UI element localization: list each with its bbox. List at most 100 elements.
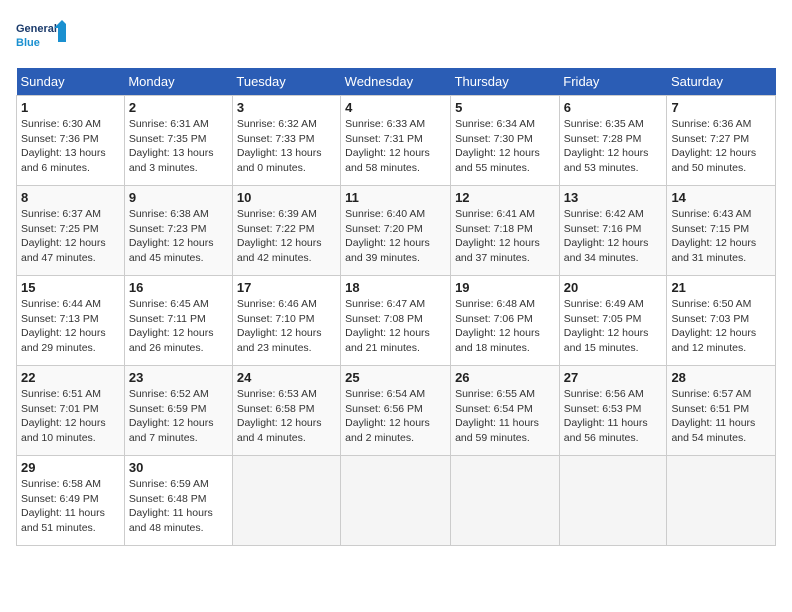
- day-number: 26: [455, 370, 555, 385]
- week-row-3: 15 Sunrise: 6:44 AMSunset: 7:13 PMDayligh…: [17, 276, 776, 366]
- day-number: 2: [129, 100, 228, 115]
- day-info: Sunrise: 6:39 AMSunset: 7:22 PMDaylight:…: [237, 207, 336, 266]
- empty-cell: [451, 456, 560, 546]
- day-number: 5: [455, 100, 555, 115]
- day-cell-30: 30 Sunrise: 6:59 AMSunset: 6:48 PMDayligh…: [124, 456, 232, 546]
- calendar-body: 1 Sunrise: 6:30 AMSunset: 7:36 PMDaylight…: [17, 96, 776, 546]
- day-info: Sunrise: 6:37 AMSunset: 7:25 PMDaylight:…: [21, 207, 120, 266]
- day-info: Sunrise: 6:57 AMSunset: 6:51 PMDaylight:…: [671, 387, 771, 446]
- day-number: 6: [564, 100, 663, 115]
- day-cell-3: 3Sunrise: 6:32 AMSunset: 7:33 PMDaylight…: [232, 96, 340, 186]
- day-info: Sunrise: 6:38 AMSunset: 7:23 PMDaylight:…: [129, 207, 228, 266]
- col-header-sunday: Sunday: [17, 68, 125, 96]
- column-headers: SundayMondayTuesdayWednesdayThursdayFrid…: [17, 68, 776, 96]
- day-number: 17: [237, 280, 336, 295]
- day-number: 28: [671, 370, 771, 385]
- day-info: Sunrise: 6:43 AMSunset: 7:15 PMDaylight:…: [671, 207, 771, 266]
- day-cell-18: 18Sunrise: 6:47 AMSunset: 7:08 PMDayligh…: [341, 276, 451, 366]
- day-cell-11: 11 Sunrise: 6:40 AMSunset: 7:20 PMDayligh…: [341, 186, 451, 276]
- day-cell-29: 29 Sunrise: 6:58 AMSunset: 6:49 PMDayligh…: [17, 456, 125, 546]
- day-number: 24: [237, 370, 336, 385]
- day-info: Sunrise: 6:34 AMSunset: 7:30 PMDaylight:…: [455, 117, 555, 176]
- day-number: 30: [129, 460, 228, 475]
- day-info: Sunrise: 6:30 AMSunset: 7:36 PMDaylight:…: [21, 117, 120, 176]
- day-cell-2: 2 Sunrise: 6:31 AMSunset: 7:35 PMDaylight…: [124, 96, 232, 186]
- day-number: 4: [345, 100, 446, 115]
- day-number: 19: [455, 280, 555, 295]
- day-info: Sunrise: 6:44 AMSunset: 7:13 PMDaylight:…: [21, 297, 120, 356]
- day-info: Sunrise: 6:46 AMSunset: 7:10 PMDaylight:…: [237, 297, 336, 356]
- empty-cell: [232, 456, 340, 546]
- day-info: Sunrise: 6:45 AMSunset: 7:11 PMDaylight:…: [129, 297, 228, 356]
- day-cell-1: 1 Sunrise: 6:30 AMSunset: 7:36 PMDaylight…: [17, 96, 125, 186]
- day-info: Sunrise: 6:33 AMSunset: 7:31 PMDaylight:…: [345, 117, 446, 176]
- day-info: Sunrise: 6:31 AMSunset: 7:35 PMDaylight:…: [129, 117, 228, 176]
- day-cell-4: 4 Sunrise: 6:33 AMSunset: 7:31 PMDaylight…: [341, 96, 451, 186]
- day-number: 23: [129, 370, 228, 385]
- day-number: 22: [21, 370, 120, 385]
- week-row-2: 8 Sunrise: 6:37 AMSunset: 7:25 PMDaylight…: [17, 186, 776, 276]
- day-info: Sunrise: 6:56 AMSunset: 6:53 PMDaylight:…: [564, 387, 663, 446]
- day-cell-12: 12 Sunrise: 6:41 AMSunset: 7:18 PMDayligh…: [451, 186, 560, 276]
- col-header-thursday: Thursday: [451, 68, 560, 96]
- day-info: Sunrise: 6:41 AMSunset: 7:18 PMDaylight:…: [455, 207, 555, 266]
- day-number: 7: [671, 100, 771, 115]
- day-cell-5: 5 Sunrise: 6:34 AMSunset: 7:30 PMDaylight…: [451, 96, 560, 186]
- day-number: 1: [21, 100, 120, 115]
- day-info: Sunrise: 6:50 AMSunset: 7:03 PMDaylight:…: [671, 297, 771, 356]
- logo-svg: General Blue: [16, 16, 66, 58]
- day-number: 15: [21, 280, 120, 295]
- col-header-monday: Monday: [124, 68, 232, 96]
- day-cell-14: 14Sunrise: 6:43 AMSunset: 7:15 PMDayligh…: [667, 186, 776, 276]
- day-info: Sunrise: 6:40 AMSunset: 7:20 PMDaylight:…: [345, 207, 446, 266]
- day-cell-7: 7 Sunrise: 6:36 AMSunset: 7:27 PMDaylight…: [667, 96, 776, 186]
- day-cell-8: 8 Sunrise: 6:37 AMSunset: 7:25 PMDaylight…: [17, 186, 125, 276]
- day-cell-10: 10Sunrise: 6:39 AMSunset: 7:22 PMDayligh…: [232, 186, 340, 276]
- day-cell-20: 20Sunrise: 6:49 AMSunset: 7:05 PMDayligh…: [559, 276, 667, 366]
- svg-text:Blue: Blue: [16, 37, 40, 49]
- col-header-friday: Friday: [559, 68, 667, 96]
- col-header-saturday: Saturday: [667, 68, 776, 96]
- day-info: Sunrise: 6:53 AMSunset: 6:58 PMDaylight:…: [237, 387, 336, 446]
- day-cell-25: 25Sunrise: 6:54 AMSunset: 6:56 PMDayligh…: [341, 366, 451, 456]
- day-info: Sunrise: 6:32 AMSunset: 7:33 PMDaylight:…: [237, 117, 336, 176]
- day-info: Sunrise: 6:59 AMSunset: 6:48 PMDaylight:…: [129, 477, 228, 536]
- day-cell-9: 9 Sunrise: 6:38 AMSunset: 7:23 PMDaylight…: [124, 186, 232, 276]
- logo: General Blue: [16, 16, 66, 58]
- day-number: 18: [345, 280, 446, 295]
- empty-cell: [559, 456, 667, 546]
- svg-text:General: General: [16, 23, 57, 35]
- day-info: Sunrise: 6:52 AMSunset: 6:59 PMDaylight:…: [129, 387, 228, 446]
- day-info: Sunrise: 6:36 AMSunset: 7:27 PMDaylight:…: [671, 117, 771, 176]
- day-number: 29: [21, 460, 120, 475]
- day-number: 16: [129, 280, 228, 295]
- empty-cell: [341, 456, 451, 546]
- day-number: 11: [345, 190, 446, 205]
- day-info: Sunrise: 6:55 AMSunset: 6:54 PMDaylight:…: [455, 387, 555, 446]
- day-number: 8: [21, 190, 120, 205]
- day-cell-27: 27 Sunrise: 6:56 AMSunset: 6:53 PMDayligh…: [559, 366, 667, 456]
- day-cell-6: 6 Sunrise: 6:35 AMSunset: 7:28 PMDaylight…: [559, 96, 667, 186]
- day-cell-24: 24 Sunrise: 6:53 AMSunset: 6:58 PMDayligh…: [232, 366, 340, 456]
- col-header-tuesday: Tuesday: [232, 68, 340, 96]
- day-cell-17: 17 Sunrise: 6:46 AMSunset: 7:10 PMDayligh…: [232, 276, 340, 366]
- day-cell-13: 13Sunrise: 6:42 AMSunset: 7:16 PMDayligh…: [559, 186, 667, 276]
- day-number: 25: [345, 370, 446, 385]
- day-cell-21: 21 Sunrise: 6:50 AMSunset: 7:03 PMDayligh…: [667, 276, 776, 366]
- day-info: Sunrise: 6:58 AMSunset: 6:49 PMDaylight:…: [21, 477, 120, 536]
- day-info: Sunrise: 6:35 AMSunset: 7:28 PMDaylight:…: [564, 117, 663, 176]
- empty-cell: [667, 456, 776, 546]
- week-row-5: 29 Sunrise: 6:58 AMSunset: 6:49 PMDayligh…: [17, 456, 776, 546]
- col-header-wednesday: Wednesday: [341, 68, 451, 96]
- day-number: 9: [129, 190, 228, 205]
- day-info: Sunrise: 6:42 AMSunset: 7:16 PMDaylight:…: [564, 207, 663, 266]
- day-cell-16: 16 Sunrise: 6:45 AMSunset: 7:11 PMDayligh…: [124, 276, 232, 366]
- day-number: 12: [455, 190, 555, 205]
- day-cell-23: 23 Sunrise: 6:52 AMSunset: 6:59 PMDayligh…: [124, 366, 232, 456]
- week-row-1: 1 Sunrise: 6:30 AMSunset: 7:36 PMDaylight…: [17, 96, 776, 186]
- day-info: Sunrise: 6:49 AMSunset: 7:05 PMDaylight:…: [564, 297, 663, 356]
- day-cell-19: 19Sunrise: 6:48 AMSunset: 7:06 PMDayligh…: [451, 276, 560, 366]
- page-header: General Blue: [16, 16, 776, 58]
- day-number: 21: [671, 280, 771, 295]
- day-number: 27: [564, 370, 663, 385]
